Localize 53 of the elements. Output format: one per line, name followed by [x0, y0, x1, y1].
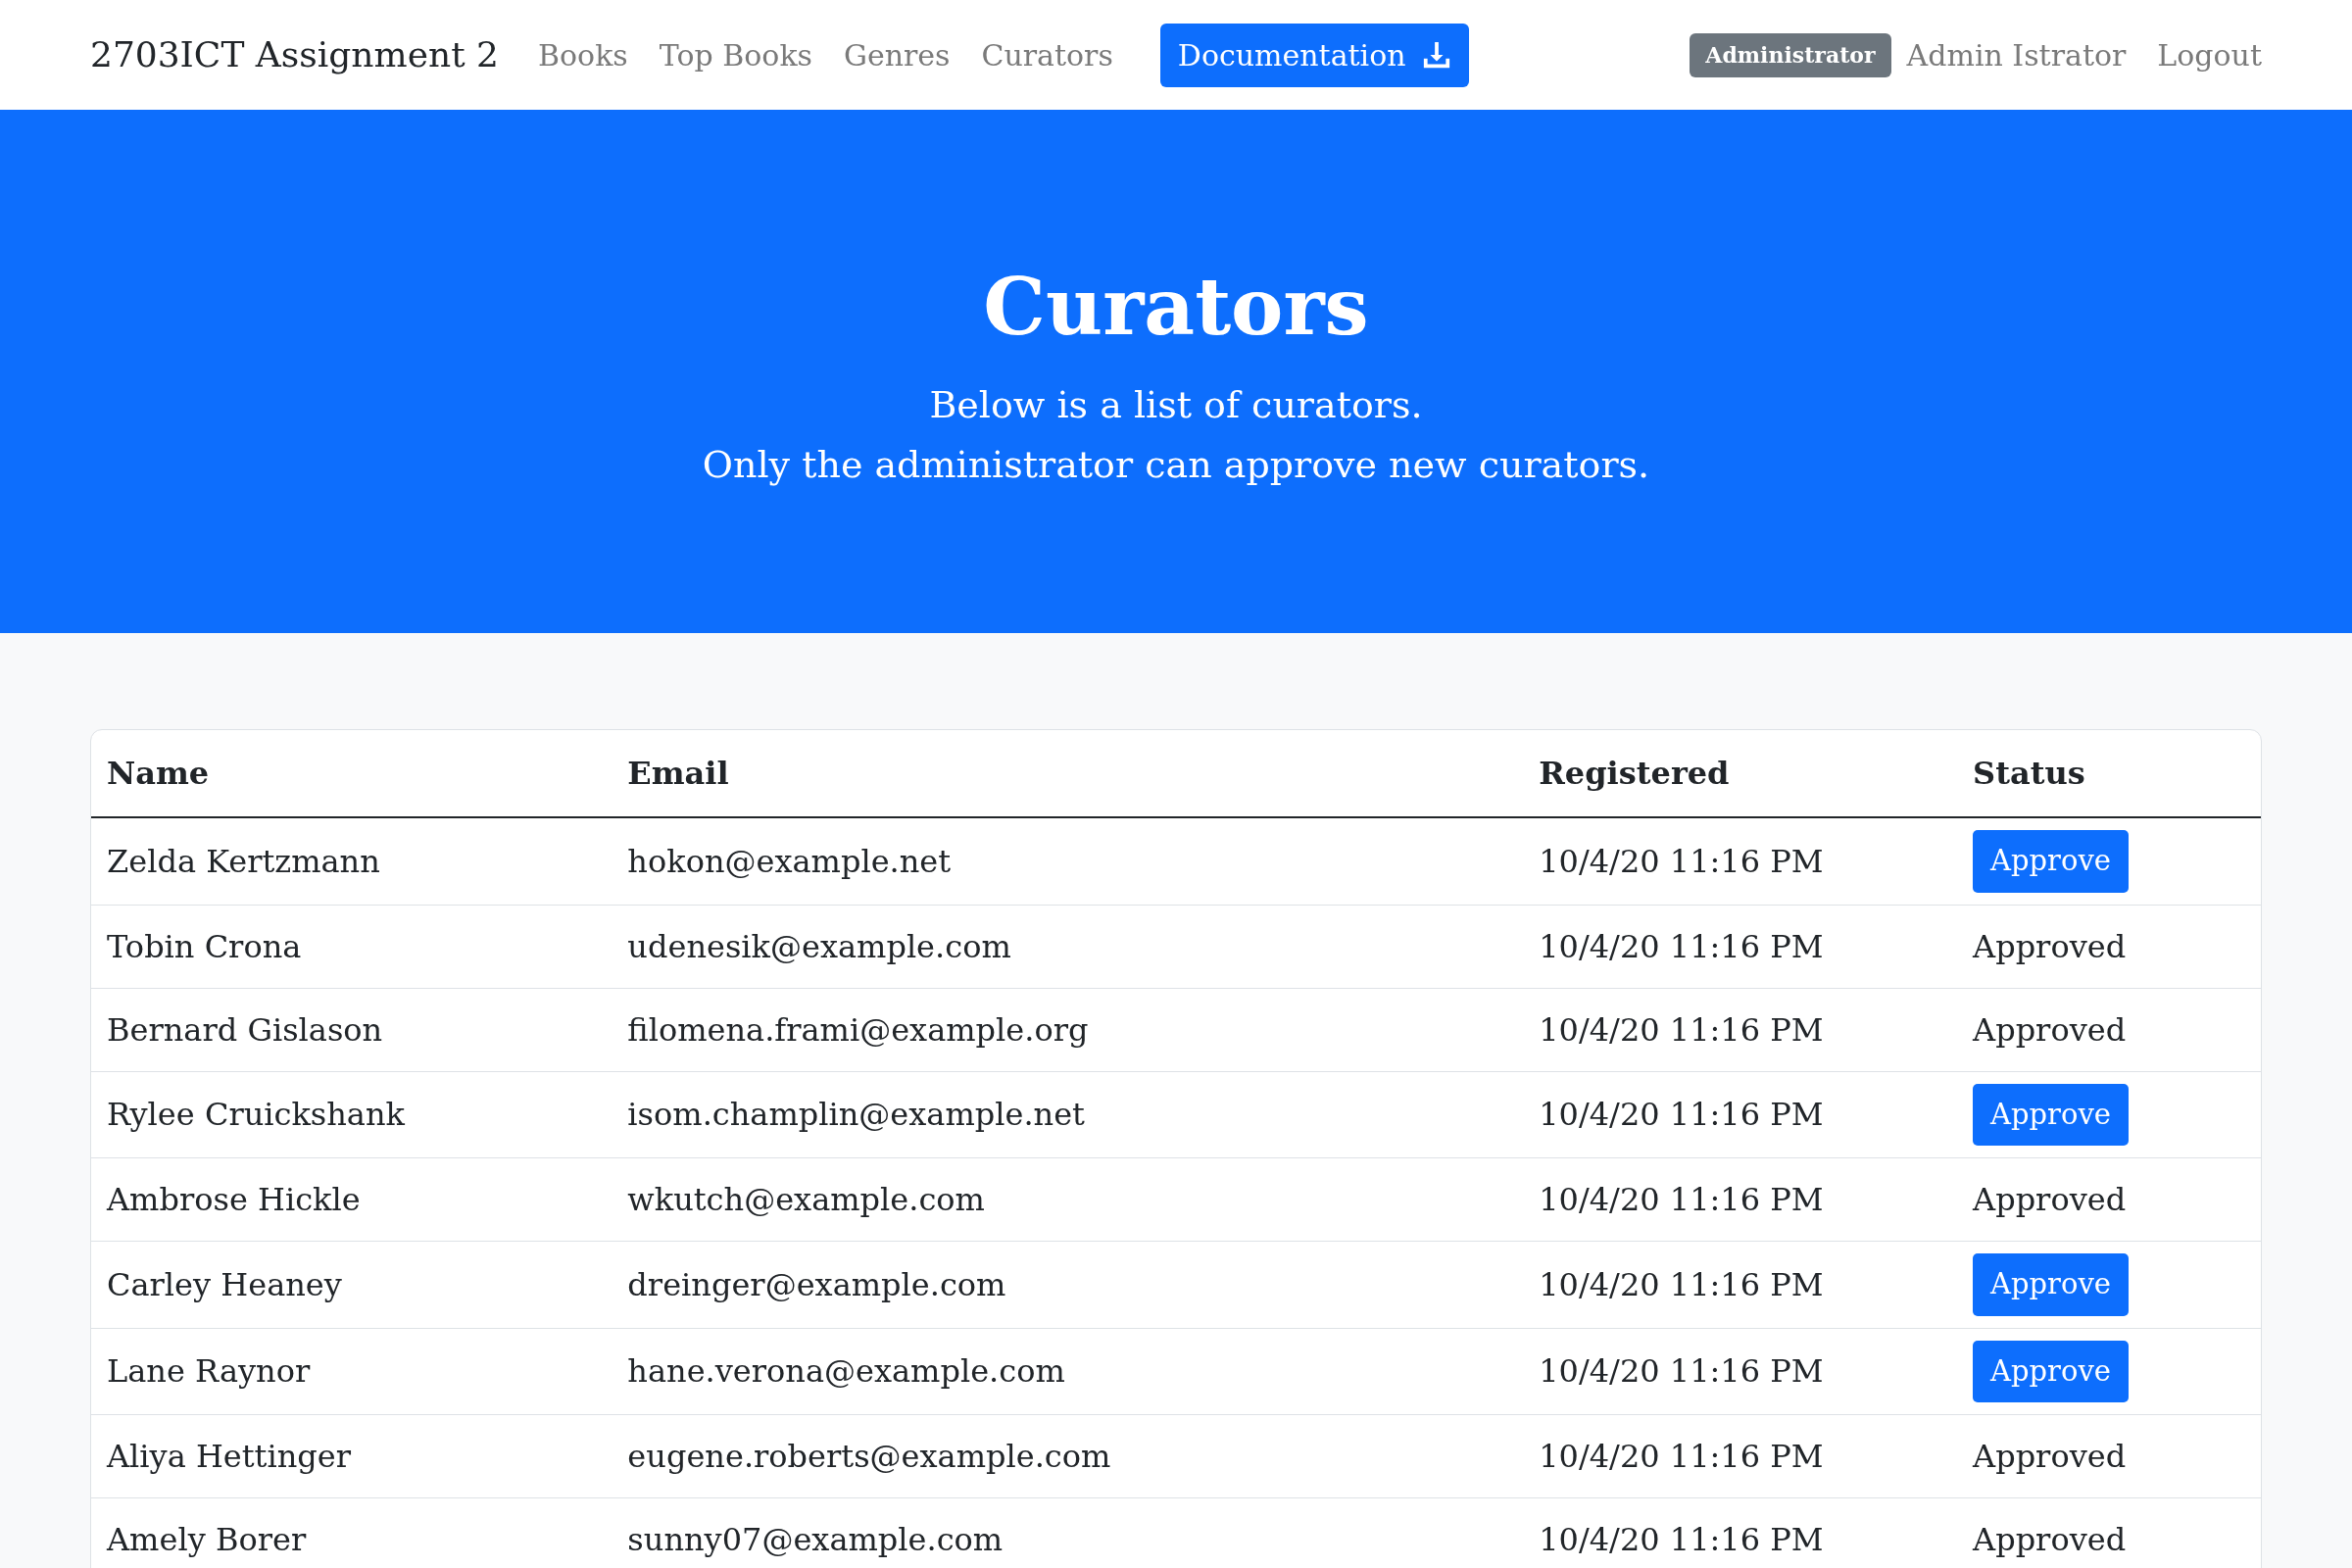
table-cell: Rylee Cruickshank	[91, 1071, 612, 1158]
column-header: Status	[1957, 730, 2261, 817]
table-cell: dreinger@example.com	[612, 1241, 1524, 1328]
nav-link[interactable]: Curators	[981, 32, 1113, 77]
hero-text: Only the administrator can approve new curators.	[702, 442, 1650, 488]
table-cell: 10/4/20 11:16 PM	[1523, 1157, 1958, 1242]
hero-text: Below is a list of curators.	[929, 382, 1423, 429]
download-icon	[1421, 40, 1451, 70]
table-cell: 10/4/20 11:16 PM	[1523, 1414, 1958, 1498]
table-cell: 10/4/20 11:16 PM	[1523, 1497, 1958, 1568]
status-cell: Approved	[1957, 1157, 2261, 1242]
table-cell: Aliya Hettinger	[91, 1414, 612, 1498]
column-header: Name	[91, 730, 612, 817]
documentation-button[interactable]: Documentation	[1159, 23, 1469, 87]
table-cell: Ambrose Hickle	[91, 1157, 612, 1242]
status-cell: Approved	[1957, 905, 2261, 988]
approve-button[interactable]: Approve	[1973, 1253, 2129, 1316]
approve-button[interactable]: Approve	[1973, 830, 2129, 893]
nav-link[interactable]: Genres	[843, 32, 951, 77]
table-cell: hane.verona@example.com	[612, 1328, 1524, 1415]
brand-title[interactable]: 2703ICT Assignment 2	[90, 28, 499, 81]
status-cell: Approved	[1957, 1414, 2261, 1498]
logout-link[interactable]: Logout	[2157, 32, 2262, 77]
nav-link[interactable]: Top Books	[659, 32, 812, 77]
table-cell: Tobin Crona	[91, 905, 612, 988]
table-cell: Zelda Kertzmann	[91, 817, 612, 905]
table-cell: 10/4/20 11:16 PM	[1523, 1241, 1958, 1328]
page-title: Curators	[983, 260, 1369, 356]
approve-button[interactable]: Approve	[1973, 1083, 2129, 1146]
nav-link[interactable]: Books	[538, 32, 628, 77]
table-cell: isom.champlin@example.net	[612, 1071, 1524, 1158]
table-cell: udenesik@example.com	[612, 905, 1524, 988]
approve-button[interactable]: Approve	[1973, 1340, 2129, 1402]
user-link[interactable]: Admin Istrator	[1906, 32, 2127, 77]
table-cell: wkutch@example.com	[612, 1157, 1524, 1242]
table-cell: Bernard Gislason	[91, 988, 612, 1071]
column-header: Email	[612, 730, 1524, 817]
table-cell: sunny07@example.com	[612, 1497, 1524, 1568]
status-cell: Approved	[1957, 1497, 2261, 1568]
table-cell: 10/4/20 11:16 PM	[1523, 1071, 1958, 1158]
table-cell: eugene.roberts@example.com	[612, 1414, 1524, 1498]
table-cell: 10/4/20 11:16 PM	[1523, 905, 1958, 988]
table-cell: Amely Borer	[91, 1497, 612, 1568]
table-cell: 10/4/20 11:16 PM	[1523, 1328, 1958, 1415]
table-cell: Carley Heaney	[91, 1241, 612, 1328]
table-cell: 10/4/20 11:16 PM	[1523, 817, 1958, 905]
table-cell: Lane Raynor	[91, 1328, 612, 1415]
status-cell: Approved	[1957, 988, 2261, 1071]
role-badge: Administrator	[1690, 32, 1891, 77]
column-header: Registered	[1523, 730, 1958, 817]
table-cell: 10/4/20 11:16 PM	[1523, 988, 1958, 1071]
table-cell: hokon@example.net	[612, 817, 1524, 905]
table-cell: filomena.frami@example.org	[612, 988, 1524, 1071]
